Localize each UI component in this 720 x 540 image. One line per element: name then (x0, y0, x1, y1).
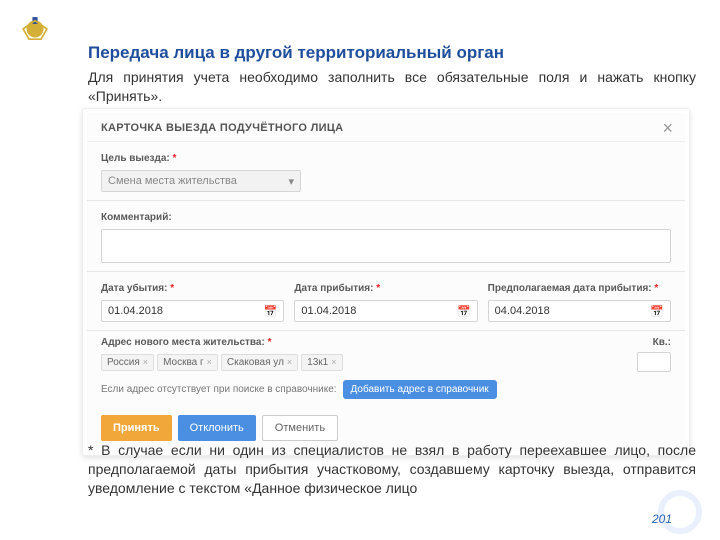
address-help-text: Если адрес отсутствует при поиске в спра… (101, 384, 337, 395)
address-chip: Москва г× (157, 354, 218, 371)
page-number: 201 (652, 512, 672, 526)
date-depart-label: Дата убытия: * (101, 283, 174, 294)
footnote-text: * В случае если ни один из специалистов … (88, 441, 696, 498)
date-depart-input[interactable]: 01.04.2018 📅 (101, 300, 284, 322)
address-chips[interactable]: Россия× Москва г× Скаковая ул× 13к1× (101, 354, 343, 371)
address-chip: 13к1× (301, 354, 342, 371)
calendar-icon: 📅 (650, 305, 664, 318)
intro-text: Для принятия учета необходимо заполнить … (88, 68, 696, 106)
chip-remove-icon[interactable]: × (287, 357, 292, 367)
date-expected-input[interactable]: 04.04.2018 📅 (488, 300, 671, 322)
chevron-down-icon: ▾ (288, 175, 294, 188)
dates-section: Дата убытия: * 01.04.2018 📅 Дата прибыти… (87, 272, 685, 331)
decline-button[interactable]: Отклонить (178, 415, 256, 441)
date-arrive-input[interactable]: 01.04.2018 📅 (294, 300, 477, 322)
page-title: Передача лица в другой территориальный о… (88, 43, 504, 63)
address-label: Адрес нового места жительства: * (101, 337, 272, 348)
cancel-button[interactable]: Отменить (262, 415, 338, 441)
date-expected-label: Предполагаемая дата прибытия: * (488, 283, 659, 294)
chip-remove-icon[interactable]: × (207, 357, 212, 367)
address-chip: Скаковая ул× (221, 354, 298, 371)
purpose-section: Цель выезда: * Смена места жительства ▾ (87, 142, 685, 201)
card-title: КАРТОЧКА ВЫЕЗДА ПОДУЧЁТНОГО ЛИЦА (101, 122, 343, 134)
chip-remove-icon[interactable]: × (331, 357, 336, 367)
address-chip: Россия× (101, 354, 154, 371)
address-section: Адрес нового места жительства: * Кв.: Ро… (87, 331, 685, 407)
calendar-icon: 📅 (264, 305, 278, 318)
purpose-select[interactable]: Смена места жительства ▾ (101, 170, 301, 192)
chip-remove-icon[interactable]: × (143, 357, 148, 367)
add-address-button[interactable]: Добавить адрес в справочник (343, 380, 497, 399)
kv-input[interactable] (637, 352, 671, 372)
comment-label: Комментарий: (101, 212, 172, 223)
mvd-emblem-icon (18, 12, 52, 46)
kv-label: Кв.: (653, 337, 671, 348)
purpose-value: Смена места жительства (108, 175, 237, 187)
accept-button[interactable]: Принять (101, 415, 172, 441)
calendar-icon: 📅 (457, 305, 471, 318)
date-arrive-label: Дата прибытия: * (294, 283, 380, 294)
purpose-label: Цель выезда: * (101, 153, 176, 164)
close-icon[interactable]: × (662, 119, 673, 137)
comment-textarea[interactable] (101, 229, 671, 263)
comment-section: Комментарий: (87, 201, 685, 272)
card-header: КАРТОЧКА ВЫЕЗДА ПОДУЧЁТНОГО ЛИЦА × (87, 113, 685, 142)
departure-card: КАРТОЧКА ВЫЕЗДА ПОДУЧЁТНОГО ЛИЦА × Цель … (82, 108, 690, 456)
